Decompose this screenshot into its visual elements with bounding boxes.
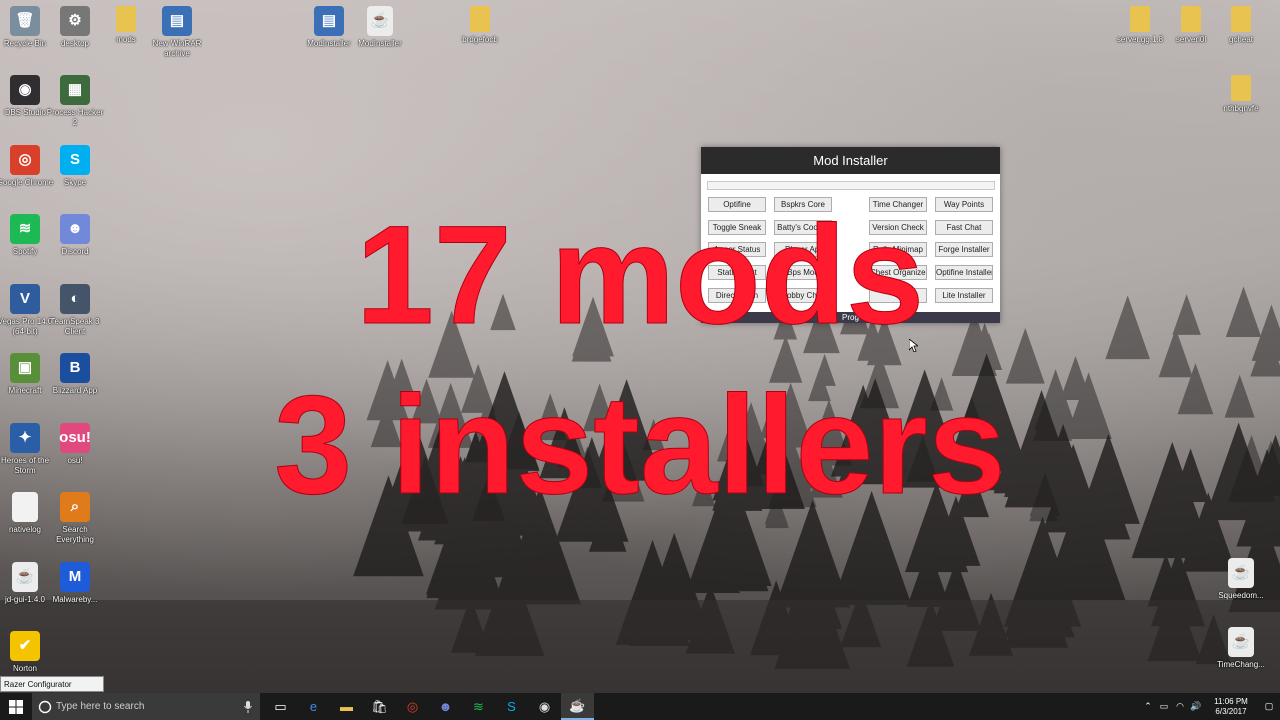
tree-silhouette: [931, 559, 982, 631]
tree-silhouette: [907, 545, 951, 608]
app-icon: ☕: [1228, 627, 1254, 657]
desktop-icon-label: Skype: [63, 177, 87, 187]
app-icon: [1130, 6, 1150, 32]
app-icon: [1231, 75, 1251, 101]
wallpaper: [0, 286, 1280, 720]
app-icon: 🗑: [10, 6, 40, 36]
desktop-icon-label: Squeedom...: [1218, 591, 1264, 600]
app-icon: ▤: [162, 6, 192, 36]
app-icon: ◉: [10, 75, 40, 105]
app-icon: [1231, 6, 1251, 32]
tree-silhouette: [636, 532, 712, 641]
window-title: Mod Installer: [701, 147, 1000, 174]
task-view-icon[interactable]: ▭: [264, 693, 297, 720]
tree-silhouette: [685, 583, 735, 654]
taskbar-apps: ▭ e ▬ 🛍 ◎ ☻ ≋ S ◉ ☕: [264, 693, 594, 720]
tree-silhouette: [1147, 583, 1202, 662]
desktop-icon-new-winrar-archive[interactable]: ▤ New WinRAR archive: [146, 6, 208, 59]
tree-silhouette: [615, 539, 690, 645]
tree-silhouette: [1004, 536, 1075, 638]
desktop-icon-timechang[interactable]: ☕ TimeChang...: [1210, 627, 1272, 670]
clock-time: 11:06 PM: [1214, 696, 1248, 706]
desktop-icon-process-hacker-2[interactable]: ▦ Process Hacker 2: [44, 75, 106, 128]
app-icon: [116, 6, 136, 32]
tree-silhouette: [749, 580, 803, 656]
tree-silhouette: [906, 598, 955, 667]
desktop-icon-label: Process Hacker 2: [46, 108, 104, 127]
tree-silhouette: [968, 592, 1014, 656]
install-progress-bar: [707, 181, 995, 190]
desktop-icon-label: Search Everything: [56, 525, 94, 544]
tree-silhouette: [774, 560, 851, 669]
tree-silhouette: [629, 559, 690, 646]
overlay-line-2: 3 installers: [274, 366, 1007, 523]
edge-icon[interactable]: e: [297, 693, 330, 720]
skype-icon[interactable]: S: [495, 693, 528, 720]
desktop-icon-squeedom[interactable]: ☕ Squeedom...: [1210, 558, 1272, 601]
desktop-icon-label: Norton: [12, 664, 37, 673]
app-icon: ⚙: [60, 6, 90, 36]
app-icon: [1181, 6, 1201, 32]
search-placeholder: Type here to search: [56, 701, 145, 712]
store-icon[interactable]: 🛍: [363, 693, 396, 720]
app-icon: [470, 6, 490, 32]
discord-icon[interactable]: ☻: [429, 693, 462, 720]
tree-silhouette: [1005, 557, 1069, 648]
desktop-icon-nthbgnvfe[interactable]: nthbgnvfe: [1210, 75, 1272, 114]
app-icon: ▦: [60, 75, 90, 105]
notification-icon[interactable]: ▢: [1258, 701, 1280, 712]
search-box[interactable]: Type here to search: [32, 693, 260, 720]
obs-icon[interactable]: ◉: [528, 693, 561, 720]
tree-silhouette: [840, 588, 882, 648]
app-icon: ☕: [12, 561, 38, 592]
desktop-icon-label: TimeChang...: [1217, 660, 1265, 669]
desktop-icon-label: nthbgnvfe: [1223, 104, 1259, 113]
tree-silhouette: [1003, 516, 1082, 627]
desktop-icon-malwareby[interactable]: M Malwareby...: [44, 561, 106, 605]
windows-logo-icon: [9, 699, 23, 714]
clock-date: 6/3/2017: [1215, 706, 1247, 716]
desktop-icon-label: ModInstaller: [358, 39, 402, 48]
battery-icon[interactable]: ▭: [1156, 701, 1172, 712]
volume-icon[interactable]: 🔊: [1188, 701, 1204, 712]
desktop-icon-modinstaller[interactable]: ☕ ModInstaller: [349, 6, 411, 49]
start-button[interactable]: [0, 693, 32, 720]
search-icon: [38, 700, 52, 713]
tree-silhouette: [474, 556, 545, 656]
desktop-icon-norton[interactable]: ✔ Norton: [0, 631, 56, 674]
desktop-icon-gcheat[interactable]: gcheat: [1210, 6, 1272, 45]
app-icon: ☕: [367, 6, 393, 36]
app-icon: ◎: [10, 144, 40, 175]
tree-silhouette: [783, 544, 843, 630]
wifi-icon[interactable]: ◠: [1172, 701, 1188, 712]
clock[interactable]: 11:06 PM 6/3/2017: [1204, 697, 1258, 717]
system-tray: ⌃ ▭ ◠ 🔊 11:06 PM 6/3/2017 ▢: [1140, 693, 1280, 720]
spotify-icon[interactable]: ≋: [462, 693, 495, 720]
desktop-icon-label: gcheat: [1228, 35, 1254, 44]
file-explorer-icon[interactable]: ▬: [330, 693, 363, 720]
tree-silhouette: [693, 526, 740, 593]
overlay-line-1: 17 mods: [356, 196, 925, 353]
app-icon: M: [60, 561, 90, 592]
desktop-icon-label: New WinRAR archive: [152, 39, 202, 58]
desktop-icon-skype[interactable]: S Skype: [44, 144, 106, 188]
app-icon: ☕: [1228, 558, 1254, 588]
chevron-up-icon[interactable]: ⌃: [1140, 701, 1156, 712]
tree-silhouette: [1147, 553, 1185, 607]
desktop-icon-brdgefocb[interactable]: brdgefocb: [449, 6, 511, 45]
tooltip: Razer Configurator: [0, 676, 104, 692]
desktop-icon-label: brdgefocb: [462, 35, 498, 44]
tree-silhouette: [1150, 548, 1206, 627]
chrome-icon[interactable]: ◎: [396, 693, 429, 720]
taskbar: Type here to search ▭ e ▬ 🛍 ◎ ☻ ≋ S ◉ ☕ ⌃ ▭ ◠ 🔊 1…: [0, 693, 1280, 720]
app-icon: S: [60, 144, 90, 175]
desktop-icon-label: Malwareby...: [52, 594, 98, 604]
microphone-icon[interactable]: [244, 700, 252, 713]
app-icon: ✔: [10, 631, 40, 661]
tree-silhouette: [450, 596, 491, 653]
app-icon: ▤: [314, 6, 344, 36]
java-icon[interactable]: ☕: [561, 693, 594, 720]
